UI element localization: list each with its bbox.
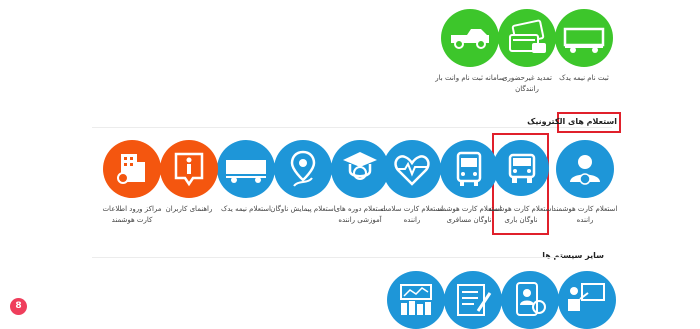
- city-chart-icon: [400, 284, 432, 315]
- vanet-registration-service-button[interactable]: [441, 9, 499, 67]
- driver-training-inquiry-button[interactable]: [331, 140, 389, 198]
- driver-icon: [570, 155, 600, 185]
- route-icon: [290, 150, 316, 187]
- other-system-presentation-button[interactable]: [558, 271, 616, 329]
- fleet-route-inquiry-button[interactable]: [274, 140, 332, 198]
- vanet-registration-service-label: سامانه ثبت نام وانت بار: [435, 74, 505, 82]
- inquiry-section-title: استعلام های الکترونیک: [527, 117, 617, 126]
- building-location-icon: [117, 154, 145, 184]
- presentation-icon: [568, 283, 605, 311]
- driver-smart-card-inquiry-button[interactable]: [556, 140, 614, 198]
- info-icon: [174, 152, 204, 187]
- page-number-badge[interactable]: 8: [10, 298, 27, 315]
- checklist-icon: [457, 284, 492, 316]
- half-plate-inquiry-button[interactable]: [217, 140, 275, 198]
- trailer-icon: [226, 160, 266, 183]
- heart-icon: [394, 155, 430, 186]
- tablet-user-icon: [516, 282, 546, 316]
- truck-icon: [508, 153, 536, 183]
- driver-health-card-inquiry-button[interactable]: [383, 140, 441, 198]
- cards-icon: [509, 19, 546, 53]
- top-divider: [92, 127, 612, 128]
- other-systems-title: سایر سیستم ها: [542, 251, 604, 260]
- bottom-divider: [92, 257, 562, 258]
- passenger-fleet-card-inquiry-button[interactable]: [440, 140, 498, 198]
- trailer-icon: [563, 27, 605, 53]
- other-system-tablet-button[interactable]: [501, 271, 559, 329]
- graduate-icon: [343, 152, 377, 180]
- other-system-city-chart-button[interactable]: [387, 271, 445, 329]
- driver-smart-card-inquiry-label: استعلام کارت هوشمند راننده: [552, 205, 618, 224]
- cargo-fleet-card-inquiry-button[interactable]: [493, 140, 549, 196]
- smart-card-centers-label: مراکز ورود اطلاعات کارت هوشمند: [102, 205, 162, 224]
- half-plate-service-button[interactable]: [555, 9, 613, 67]
- other-system-checklist-button[interactable]: [444, 271, 502, 329]
- renew-absence-service-button[interactable]: [498, 9, 556, 67]
- bus-icon: [456, 151, 482, 186]
- user-guide-button[interactable]: [160, 140, 218, 198]
- smart-card-centers-button[interactable]: [103, 140, 161, 198]
- pickup-truck-icon: [451, 29, 489, 49]
